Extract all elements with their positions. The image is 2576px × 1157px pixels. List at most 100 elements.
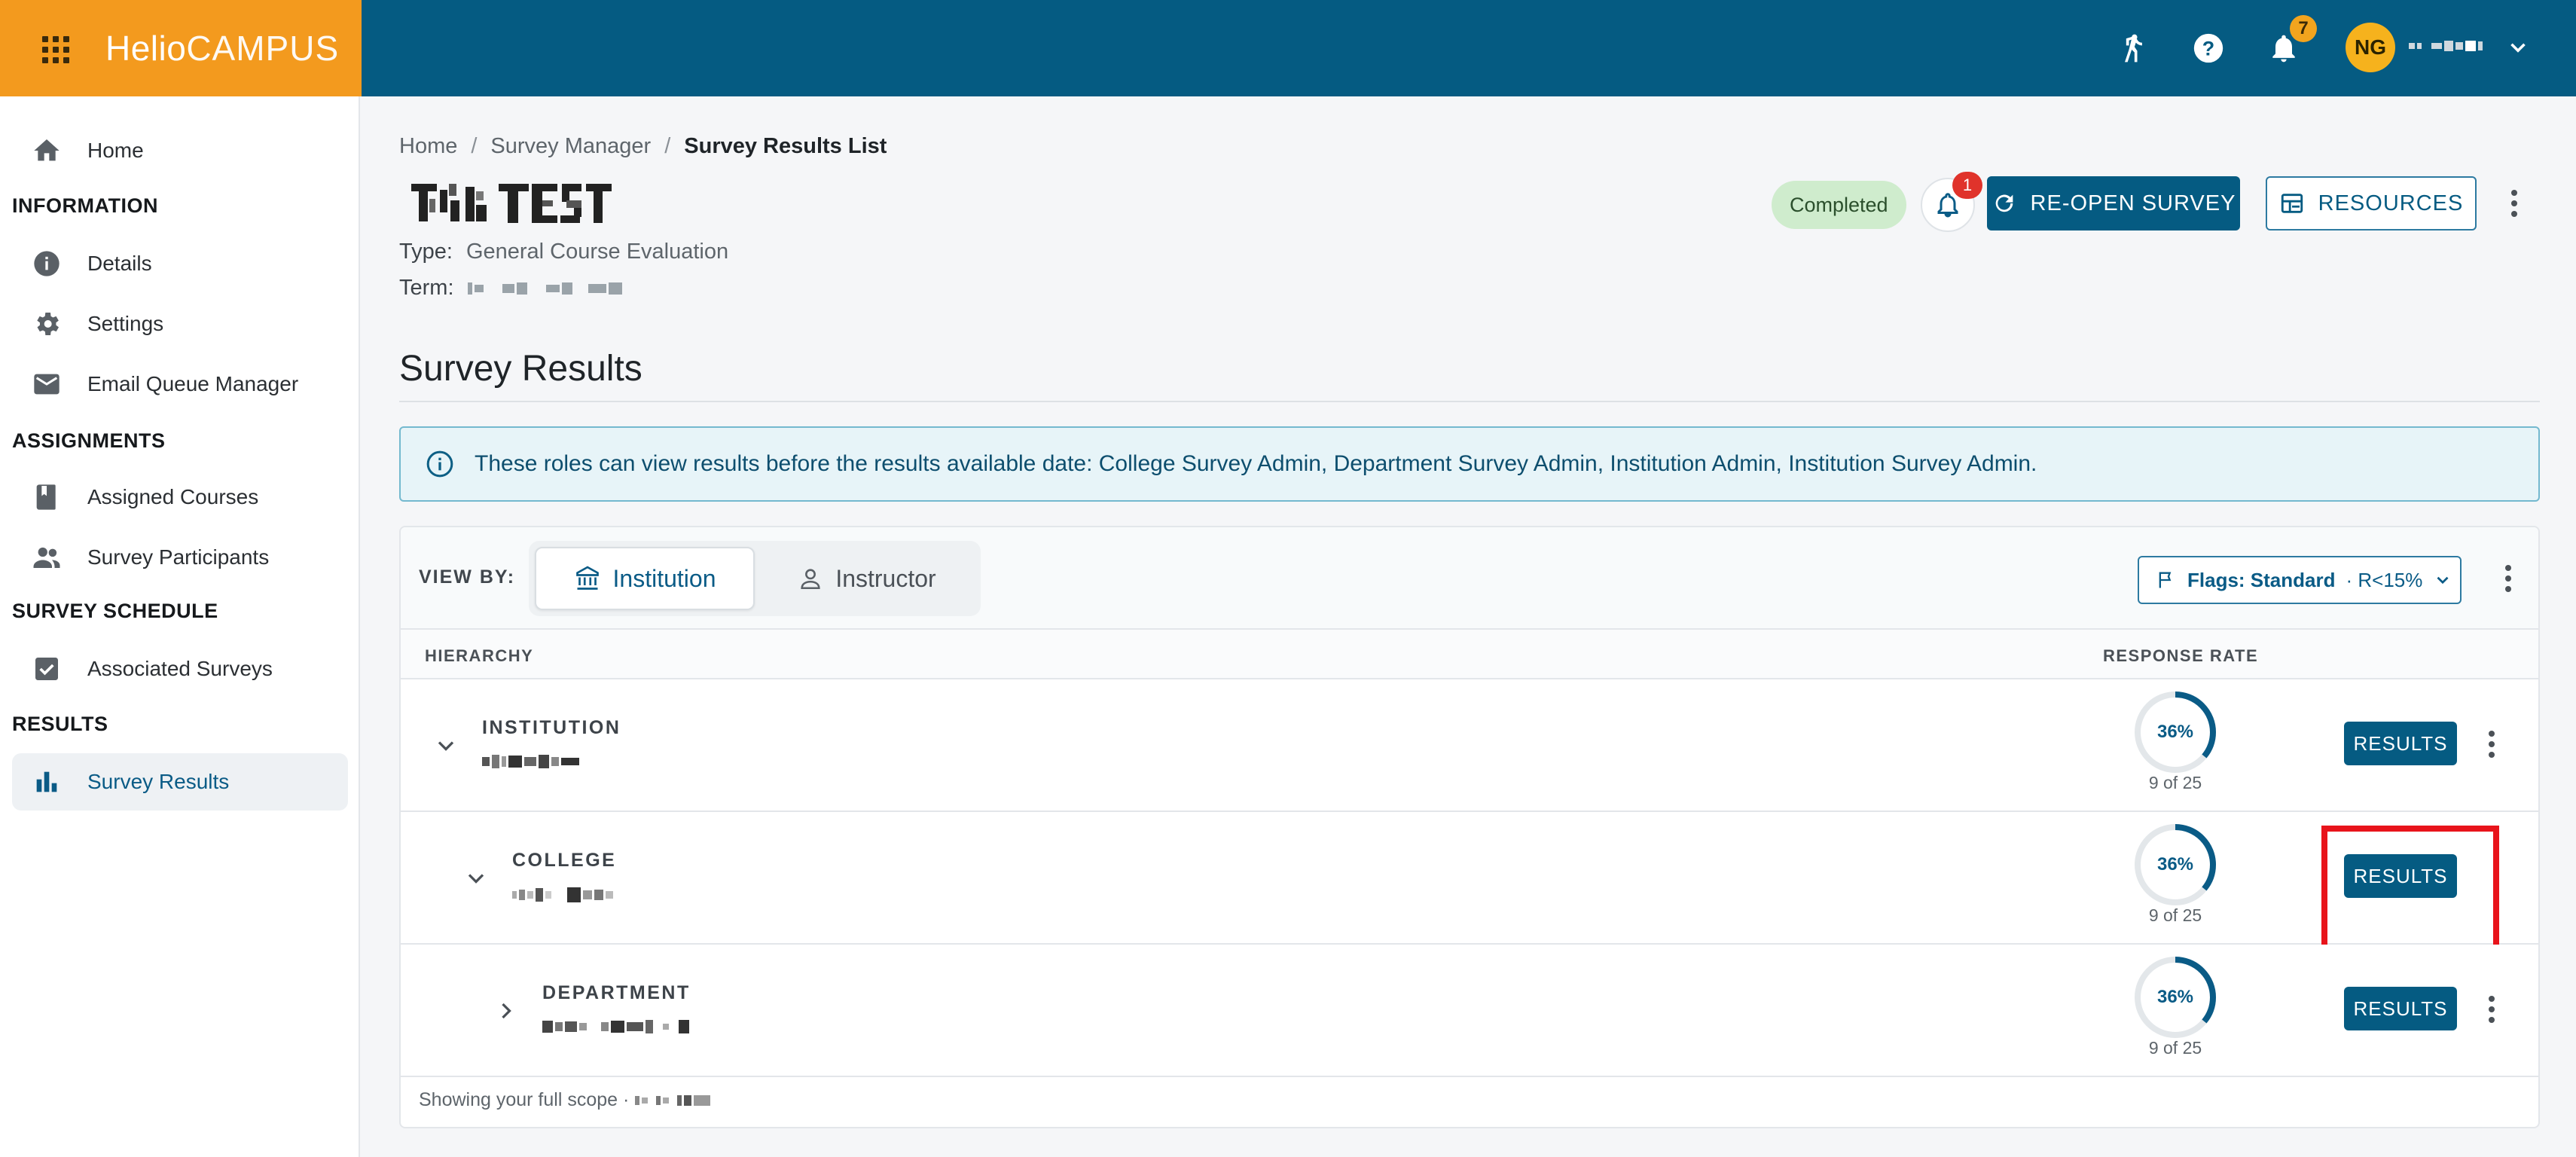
- row-more-menu-icon[interactable]: [2477, 722, 2507, 767]
- user-name-redacted[interactable]: [2409, 41, 2483, 51]
- results-toolbar: VIEW BY: Institution Instructor Flags: S…: [401, 527, 2538, 630]
- sidebar-item-assigned-courses[interactable]: Assigned Courses: [12, 469, 348, 526]
- sidebar-item-settings[interactable]: Settings: [12, 295, 348, 353]
- flag-icon: [2159, 572, 2172, 588]
- row-name-redacted: [512, 887, 613, 902]
- refresh-icon: [1995, 194, 2013, 212]
- sidebar-item-label: Email Queue Manager: [87, 372, 299, 395]
- view-by-toggle: Institution Instructor: [529, 541, 981, 616]
- survey-notifications-count: 1: [1952, 172, 1982, 199]
- sidebar-item-label: Home: [87, 139, 144, 162]
- info-icon: [30, 247, 63, 280]
- response-count: 9 of 25: [2148, 1038, 2202, 1058]
- breadcrumb-survey-manager[interactable]: Survey Manager: [490, 134, 651, 159]
- main-content: Home / Survey Manager / Survey Results L…: [362, 96, 2576, 1157]
- help-icon[interactable]: ?: [2189, 29, 2228, 68]
- breadcrumb-separator: /: [471, 134, 478, 158]
- person-icon: [801, 569, 820, 590]
- response-rate-percent: 36%: [2156, 987, 2194, 1007]
- breadcrumb-current: Survey Results List: [684, 134, 887, 158]
- info-banner: These roles can view results before the …: [399, 426, 2540, 502]
- sidebar-item-survey-participants[interactable]: Survey Participants: [12, 529, 348, 586]
- row-level-label: COLLEGE: [512, 850, 617, 871]
- survey-title-redacted: [411, 184, 612, 223]
- row-level-label: DEPARTMENT: [542, 982, 691, 1003]
- accessibility-icon[interactable]: [2114, 29, 2153, 68]
- highlight-box: [2321, 826, 2499, 951]
- dashboard-icon: [2281, 194, 2303, 213]
- gear-icon: [30, 307, 63, 340]
- sidebar-item-label: Details: [87, 252, 152, 275]
- scope-footer-text: Showing your full scope ·: [419, 1089, 630, 1110]
- bar-chart-icon: [30, 765, 63, 798]
- survey-type: Type: General Course Evaluation: [399, 240, 728, 264]
- table-row-department: DEPARTMENT 36% 9 of 25 RESULTS: [401, 945, 2538, 1077]
- sidebar-item-label: Survey Participants: [87, 545, 270, 569]
- top-app-bar: HelioCAMPUS ? 7 NG: [0, 0, 2576, 96]
- sidebar-section-survey-schedule: SURVEY SCHEDULE: [12, 600, 218, 622]
- row-name-redacted: [542, 1020, 689, 1033]
- table-header: HIERARCHY RESPONSE RATE: [401, 630, 2538, 679]
- people-icon: [30, 541, 63, 574]
- row-more-menu-icon[interactable]: [2477, 987, 2507, 1032]
- view-by-instructor-button[interactable]: Instructor: [759, 547, 975, 610]
- sidebar-section-information: INFORMATION: [12, 194, 158, 217]
- sidebar-item-home[interactable]: Home: [12, 122, 348, 179]
- flags-label: Flags: Standard: [2187, 568, 2336, 591]
- sidebar-item-label: Settings: [87, 312, 164, 335]
- app-logo[interactable]: HelioCAMPUS: [105, 27, 339, 69]
- row-level-label: INSTITUTION: [482, 717, 621, 738]
- sidebar: Home INFORMATION Details Settings Email …: [0, 96, 360, 1157]
- reopen-survey-button[interactable]: RE-OPEN SURVEY: [1987, 176, 2240, 230]
- column-header-response-rate: RESPONSE RATE: [2103, 646, 2259, 665]
- row-name-redacted: [482, 755, 579, 768]
- chevron-right-icon[interactable]: [493, 997, 520, 1024]
- sidebar-item-details[interactable]: Details: [12, 235, 348, 292]
- scope-footer: Showing your full scope ·: [419, 1089, 711, 1111]
- results-button[interactable]: RESULTS: [2344, 987, 2457, 1030]
- svg-text:?: ?: [2202, 38, 2214, 60]
- mail-icon: [30, 368, 63, 401]
- survey-term-label: Term:: [399, 276, 454, 300]
- flags-dropdown[interactable]: Flags: Standard · R<15%: [2138, 556, 2462, 604]
- view-by-institution-button[interactable]: Institution: [535, 547, 755, 610]
- brand-block: HelioCAMPUS: [0, 0, 362, 96]
- chevron-down-icon[interactable]: [2505, 35, 2531, 60]
- page-title: Survey Results: [399, 349, 642, 389]
- response-rate-percent: 36%: [2156, 854, 2194, 875]
- sidebar-item-label: Associated Surveys: [87, 657, 273, 680]
- home-icon: [30, 134, 63, 167]
- results-button[interactable]: RESULTS: [2344, 722, 2457, 765]
- section-divider: [399, 401, 2540, 402]
- toolbar-more-menu-icon[interactable]: [2493, 556, 2523, 601]
- sidebar-section-assignments: ASSIGNMENTS: [12, 429, 166, 452]
- view-option-label: Instructor: [835, 564, 936, 592]
- reopen-survey-label: RE-OPEN SURVEY: [2030, 191, 2236, 215]
- sidebar-item-associated-surveys[interactable]: Associated Surveys: [12, 640, 348, 698]
- survey-type-value: General Course Evaluation: [465, 240, 729, 264]
- sidebar-section-results: RESULTS: [12, 713, 108, 735]
- institution-icon: [575, 566, 599, 590]
- survey-type-label: Type:: [399, 240, 453, 264]
- breadcrumb-home[interactable]: Home: [399, 134, 457, 159]
- page-more-menu-icon[interactable]: [2499, 181, 2529, 226]
- column-header-hierarchy: HIERARCHY: [425, 646, 534, 665]
- response-rate-percent: 36%: [2156, 722, 2194, 742]
- waffle-menu-icon[interactable]: [42, 36, 69, 63]
- chevron-down-icon[interactable]: [462, 865, 490, 892]
- info-banner-text: These roles can view results before the …: [475, 451, 2037, 476]
- notifications-count-badge: 7: [2290, 15, 2317, 42]
- results-card: VIEW BY: Institution Instructor Flags: S…: [399, 526, 2540, 1128]
- resources-label: RESOURCES: [2318, 191, 2464, 215]
- table-row-institution: INSTITUTION 36% 9 of 25 RESULTS: [401, 679, 2538, 812]
- chevron-down-icon[interactable]: [432, 732, 459, 759]
- view-option-label: Institution: [612, 564, 716, 592]
- survey-term-redacted: [467, 282, 622, 295]
- sidebar-item-email-queue[interactable]: Email Queue Manager: [12, 356, 348, 413]
- sidebar-item-survey-results[interactable]: Survey Results: [12, 753, 348, 811]
- breadcrumb: Home / Survey Manager / Survey Results L…: [399, 134, 887, 159]
- resources-button[interactable]: RESOURCES: [2266, 176, 2477, 230]
- chevron-down-icon: [2437, 576, 2449, 585]
- checkbox-icon: [30, 652, 63, 685]
- avatar[interactable]: NG: [2346, 23, 2395, 72]
